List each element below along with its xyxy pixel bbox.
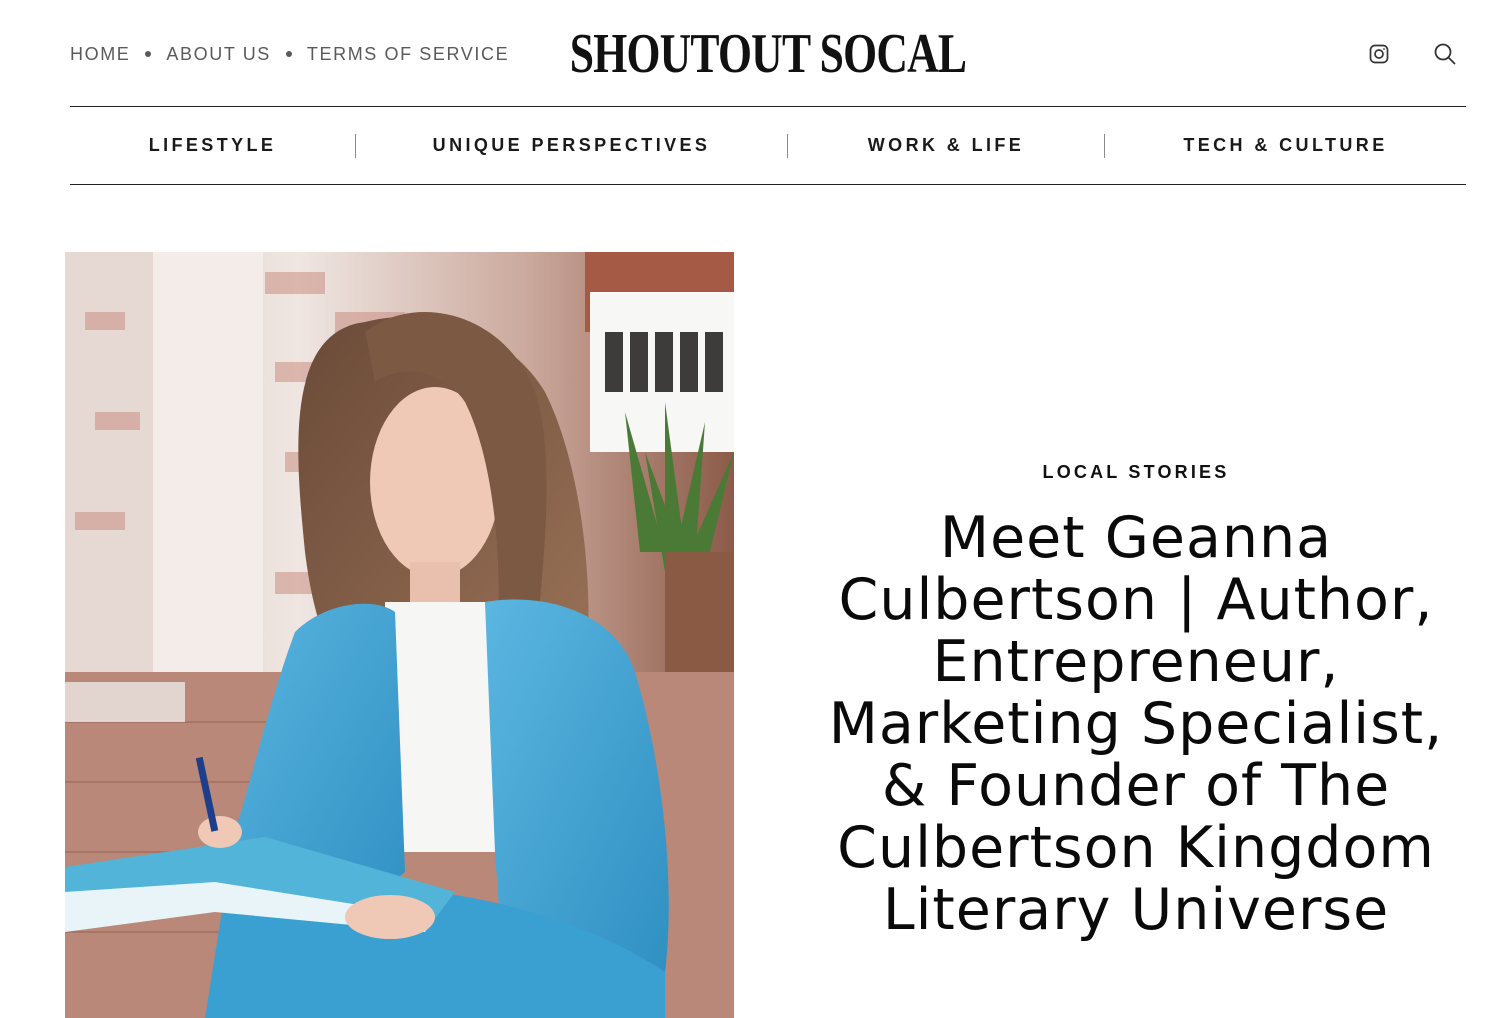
category-nav-item-tech-and-culture[interactable]: TECH & CULTURE <box>1105 107 1466 184</box>
nav-separator-dot <box>145 51 152 57</box>
category-nav-item-lifestyle[interactable]: LIFESTYLE <box>70 107 355 184</box>
nav-link-terms-of-service[interactable]: TERMS OF SERVICE <box>307 44 509 65</box>
site-header: HOME ABOUT US TERMS OF SERVICE SHOUTOUT … <box>70 23 1466 85</box>
site-logo[interactable]: SHOUTOUT SOCAL <box>570 23 967 85</box>
page: HOME ABOUT US TERMS OF SERVICE SHOUTOUT … <box>0 0 1504 1018</box>
article-category-link[interactable]: LOCAL STORIES <box>800 462 1472 483</box>
article-hero-text: LOCAL STORIES Meet Geanna Culbertson | A… <box>800 462 1472 941</box>
category-nav-item-work-and-life[interactable]: WORK & LIFE <box>788 107 1104 184</box>
article-featured-image[interactable] <box>65 252 734 1018</box>
nav-separator-dot <box>285 51 292 57</box>
search-icon[interactable] <box>1434 43 1456 65</box>
header-icons <box>1368 30 1456 78</box>
category-nav: LIFESTYLE UNIQUE PERSPECTIVES WORK & LIF… <box>70 106 1466 185</box>
category-nav-item-unique-perspectives[interactable]: UNIQUE PERSPECTIVES <box>356 107 787 184</box>
nav-link-home[interactable]: HOME <box>70 44 130 65</box>
instagram-icon[interactable] <box>1368 43 1390 65</box>
nav-link-about-us[interactable]: ABOUT US <box>166 44 271 65</box>
utility-nav: HOME ABOUT US TERMS OF SERVICE <box>70 30 509 78</box>
article-title[interactable]: Meet Geanna Culbertson | Author, Entrepr… <box>800 507 1472 941</box>
